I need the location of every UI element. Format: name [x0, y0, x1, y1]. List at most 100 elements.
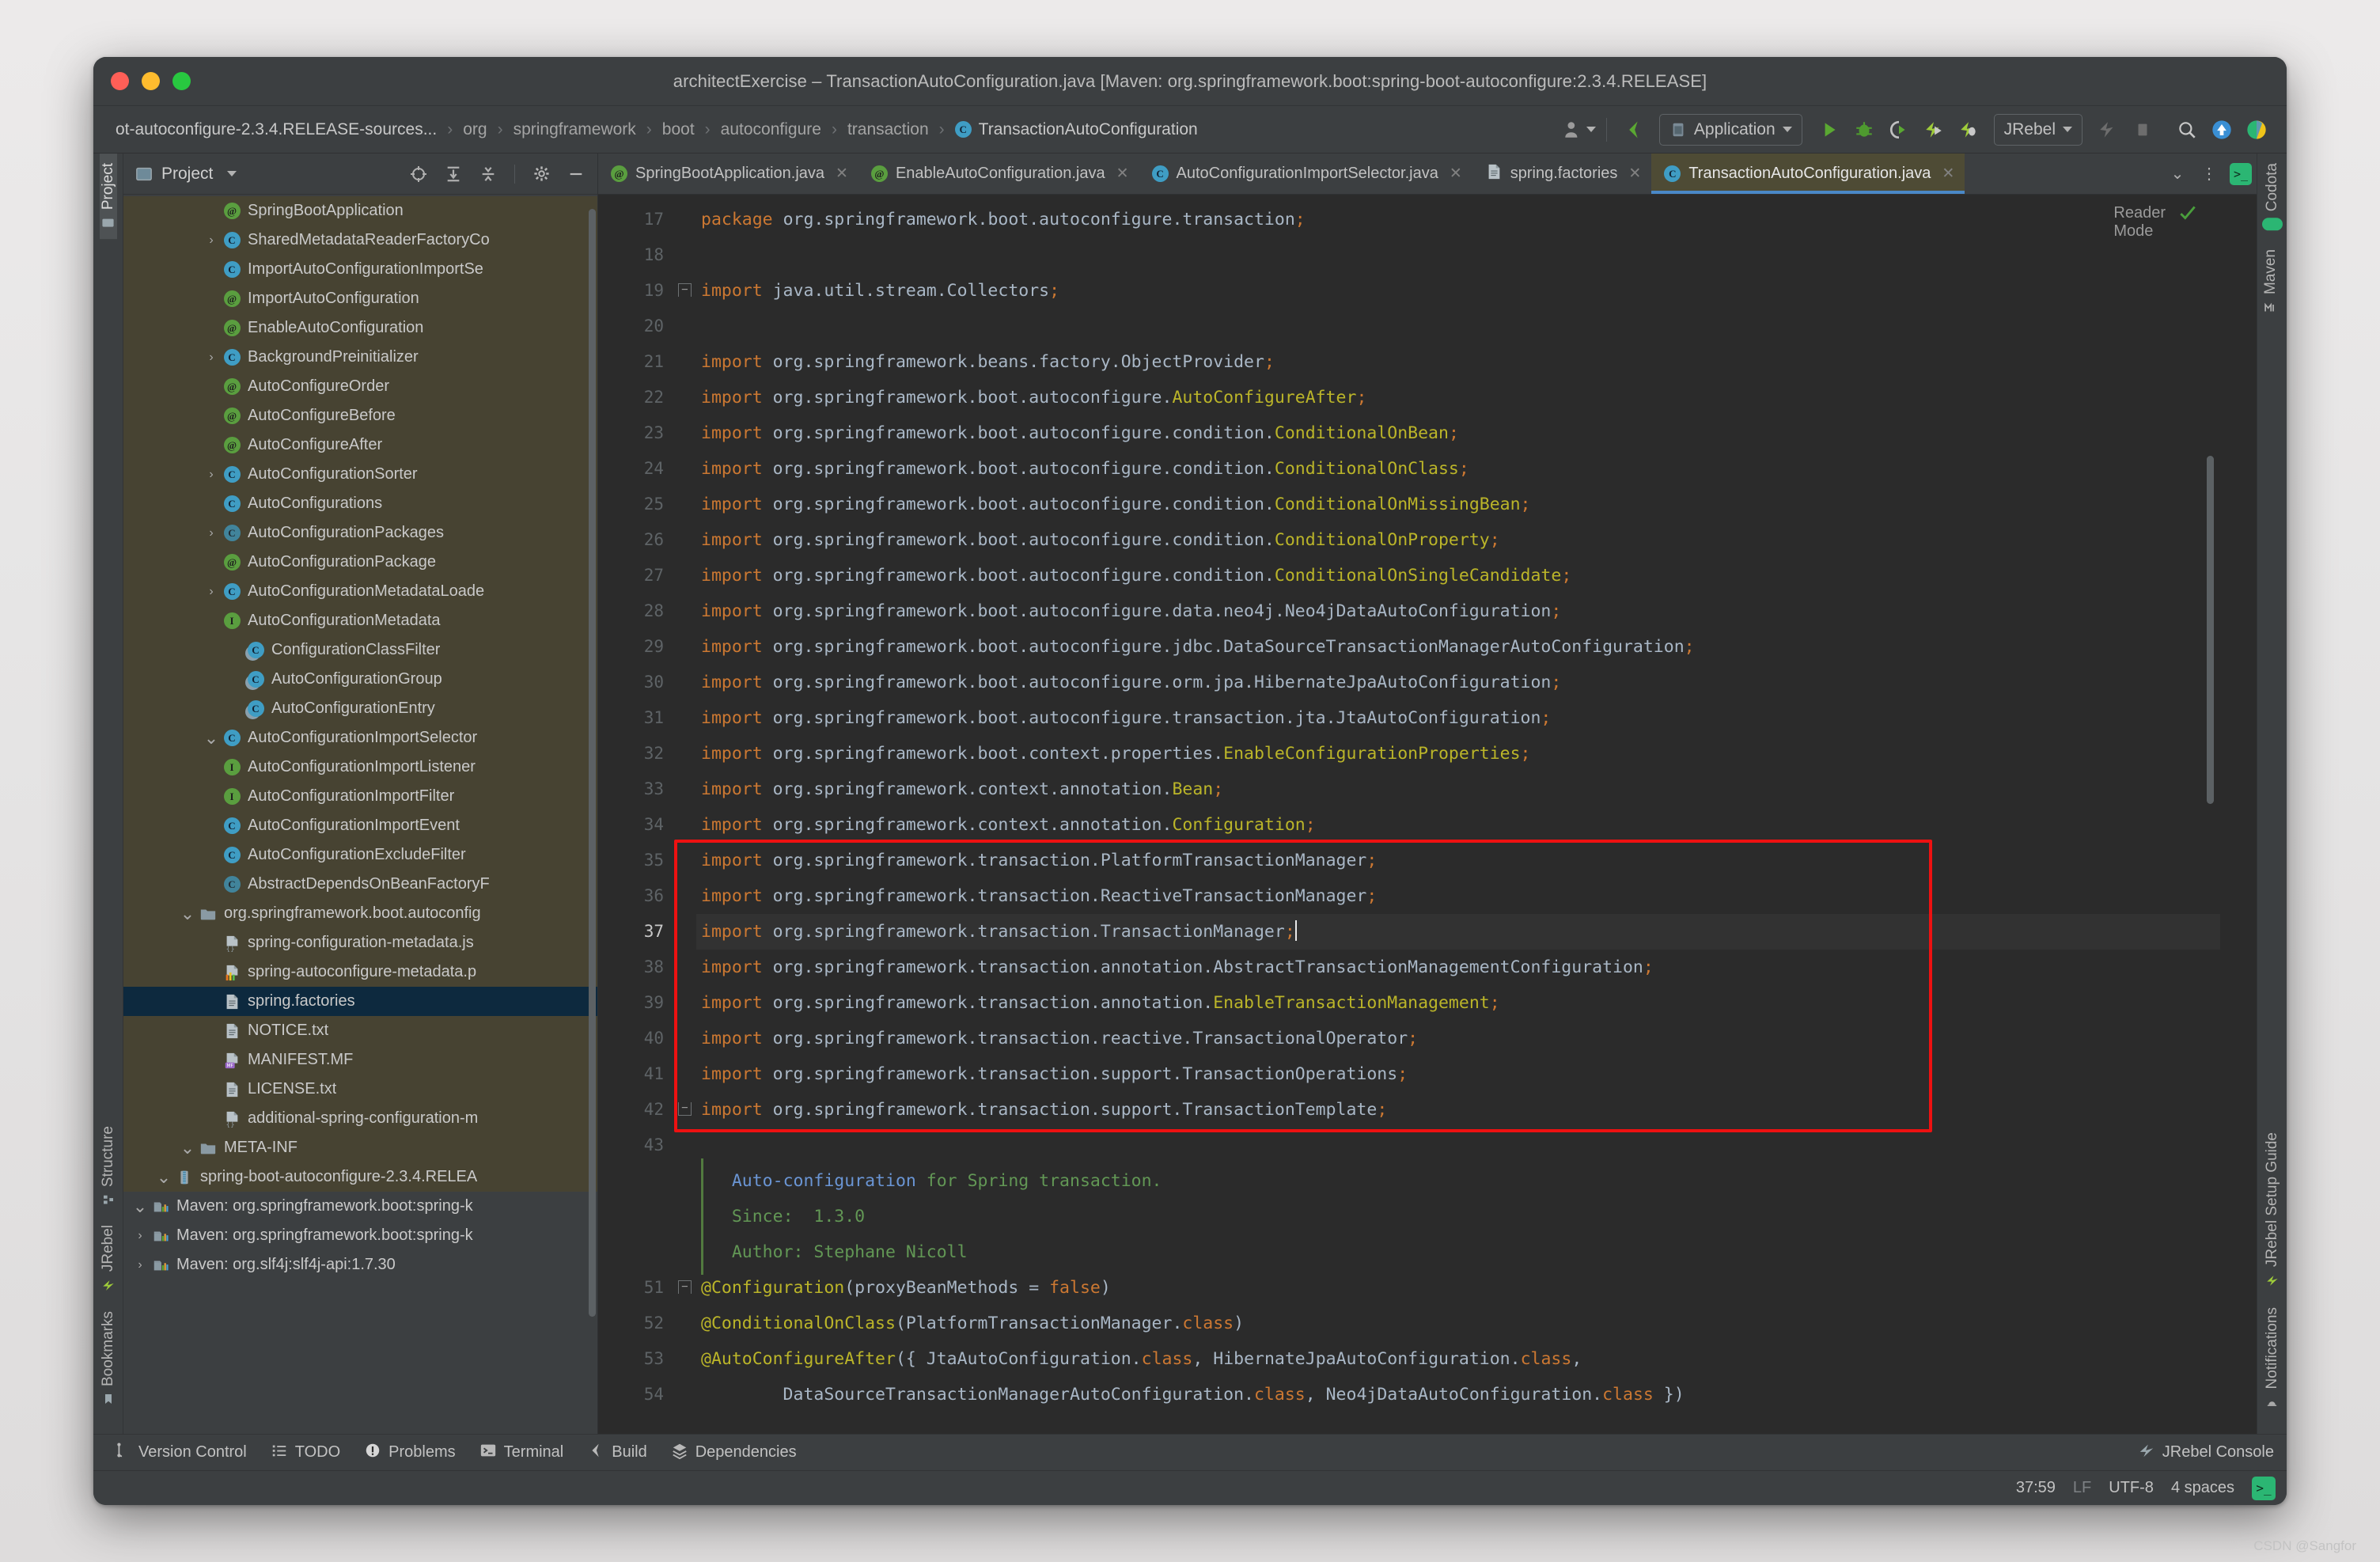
code-line[interactable]: import org.springframework.boot.autoconf…	[696, 558, 2220, 593]
chevron-down-icon[interactable]: ⌄	[177, 1138, 198, 1158]
gear-icon[interactable]	[528, 161, 555, 187]
fold-end-icon[interactable]: −	[678, 1102, 692, 1116]
debug-icon[interactable]	[1847, 113, 1882, 146]
editor-tab[interactable]: spring.factories ✕	[1472, 154, 1652, 194]
jrebel-console-button[interactable]: JRebel Console	[2138, 1442, 2274, 1464]
code-line[interactable]: import org.springframework.boot.autoconf…	[696, 665, 2220, 700]
chevron-down-icon[interactable]: ⌄	[130, 1196, 150, 1217]
tree-row[interactable]: @ SpringBootApplication	[123, 196, 597, 226]
code-line[interactable]: Author: Stephane Nicoll	[696, 1234, 2220, 1270]
code-line[interactable]: import org.springframework.boot.autoconf…	[696, 593, 2220, 629]
tree-row[interactable]: @ EnableAutoConfiguration	[123, 313, 597, 343]
chevron-down-icon[interactable]	[227, 171, 237, 176]
tree-row[interactable]: @ AutoConfigureBefore	[123, 401, 597, 430]
editor-tab[interactable]: C AutoConfigurationImportSelector.java ✕	[1139, 154, 1472, 194]
tree-row[interactable]: I AutoConfigurationImportFilter	[123, 782, 597, 811]
editor-tab[interactable]: @ SpringBootApplication.java ✕	[598, 154, 858, 194]
tree-row[interactable]: C ImportAutoConfigurationImportSe	[123, 255, 597, 284]
chevron-down-icon[interactable]: ⌄	[201, 728, 222, 749]
tree-row[interactable]: LICENSE.txt	[123, 1075, 597, 1104]
tree-row[interactable]: C AbstractDependsOnBeanFactoryF	[123, 870, 597, 899]
tree-row[interactable]: ⌄ Maven: org.springframework.boot:spring-…	[123, 1192, 597, 1221]
tree-row[interactable]: I AutoConfigurationImportListener	[123, 753, 597, 782]
code-line[interactable]: @Configuration(proxyBeanMethods = false)	[696, 1270, 2220, 1306]
stop-icon[interactable]	[2125, 113, 2160, 146]
hide-tool-window-icon[interactable]	[563, 161, 589, 187]
sidebar-item-maven[interactable]: Maven	[2262, 240, 2280, 324]
sidebar-item-bookmarks[interactable]: Bookmarks	[100, 1302, 117, 1415]
jrebel-run-icon[interactable]	[1916, 113, 1951, 146]
caret-position[interactable]: 37:59	[2016, 1479, 2056, 1497]
project-tree-scrollbar[interactable]	[589, 209, 596, 1317]
code-line[interactable]: import org.springframework.boot.autoconf…	[696, 380, 2220, 415]
tree-row[interactable]: I AutoConfigurationMetadata	[123, 606, 597, 635]
code-line[interactable]: Auto-configuration for Spring transactio…	[696, 1163, 2220, 1199]
tree-row[interactable]: spring-autoconfigure-metadata.p	[123, 957, 597, 987]
close-tab-icon[interactable]: ✕	[1628, 165, 1641, 183]
code-line[interactable]: import org.springframework.boot.autoconf…	[696, 700, 2220, 736]
chevron-down-icon[interactable]: ⌄	[2162, 154, 2193, 194]
code-line[interactable]	[696, 237, 2220, 273]
editor-scrollbar[interactable]	[2207, 456, 2214, 804]
breadcrumb-item-org[interactable]: org	[461, 118, 488, 142]
tool-window-button[interactable]: Dependencies	[671, 1442, 797, 1464]
reader-mode-label[interactable]: Reader Mode	[2113, 204, 2166, 241]
tool-window-button[interactable]: Terminal	[479, 1442, 563, 1464]
terminal-chip-icon[interactable]: >_	[2252, 1476, 2276, 1500]
code-line[interactable]: package org.springframework.boot.autocon…	[696, 202, 2220, 237]
chevron-down-icon[interactable]: ⌄	[177, 904, 198, 924]
code-line[interactable]: import org.springframework.transaction.s…	[696, 1092, 2220, 1128]
tree-row[interactable]: NOTICE.txt	[123, 1016, 597, 1045]
code-line[interactable]: import java.util.stream.Collectors;	[696, 273, 2220, 309]
tree-row[interactable]: › C SharedMetadataReaderFactoryCo	[123, 226, 597, 255]
tree-row[interactable]: C AutoConfigurationImportEvent	[123, 811, 597, 840]
breadcrumb-item-springframework[interactable]: springframework	[512, 118, 638, 142]
tool-window-button[interactable]: Problems	[364, 1442, 456, 1464]
editor-tab[interactable]: @ EnableAutoConfiguration.java ✕	[858, 154, 1139, 194]
update-project-icon[interactable]	[2204, 113, 2239, 146]
code-line[interactable]: import org.springframework.context.annot…	[696, 807, 2220, 843]
window-controls[interactable]	[111, 72, 191, 90]
chevron-right-icon[interactable]: ›	[201, 526, 222, 540]
code-line[interactable]: import org.springframework.transaction.T…	[696, 914, 2220, 950]
chevron-right-icon[interactable]: ›	[201, 233, 222, 248]
select-opened-file-icon[interactable]	[405, 161, 432, 187]
code-folding-gutter[interactable]: − − −	[674, 195, 696, 1434]
maximize-window-button[interactable]	[172, 72, 191, 90]
code-line[interactable]: import org.springframework.boot.autoconf…	[696, 629, 2220, 665]
code-line[interactable]: DataSourceTransactionManagerAutoConfigur…	[696, 1377, 2220, 1412]
tree-row[interactable]: › C BackgroundPreinitializer	[123, 343, 597, 372]
expand-all-icon[interactable]	[440, 161, 467, 187]
code-line[interactable]: import org.springframework.boot.context.…	[696, 736, 2220, 772]
close-tab-icon[interactable]: ✕	[836, 165, 848, 183]
tree-row[interactable]: ⌄ spring-boot-autoconfigure-2.3.4.RELEA	[123, 1162, 597, 1192]
code-line[interactable]	[696, 1128, 2220, 1163]
fold-collapse-icon[interactable]: −	[678, 283, 692, 297]
run-with-coverage-icon[interactable]	[1882, 113, 1916, 146]
indent-setting[interactable]: 4 spaces	[2171, 1479, 2234, 1497]
tool-window-button[interactable]: Version Control	[114, 1442, 247, 1464]
tree-row[interactable]: {} additional-spring-configuration-m	[123, 1104, 597, 1133]
breadcrumb-item-class[interactable]: C TransactionAutoConfiguration	[953, 118, 1199, 142]
run-icon[interactable]	[1812, 113, 1847, 146]
codota-icon[interactable]	[2239, 113, 2274, 146]
jrebel-selector[interactable]: JRebel	[1993, 113, 2082, 146]
code-editor[interactable]: 17 18 19 20 21 22 23 24 25 26 27 28 29 30 31 32 33 34 35 36…	[598, 195, 2257, 1434]
tree-row[interactable]: ⌄ META-INF	[123, 1133, 597, 1162]
close-tab-icon[interactable]: ✕	[1450, 165, 1462, 183]
chevron-right-icon[interactable]: ›	[201, 468, 222, 482]
tree-row[interactable]: › C AutoConfigurationMetadataLoade	[123, 577, 597, 606]
breadcrumb-item-boot[interactable]: boot	[661, 118, 696, 142]
sidebar-item-jrebel[interactable]: JRebel	[100, 1215, 117, 1302]
tree-row[interactable]: @ AutoConfigurationPackage	[123, 548, 597, 577]
code-line[interactable]: import org.springframework.transaction.a…	[696, 950, 2220, 985]
close-tab-icon[interactable]: ✕	[1942, 165, 1954, 183]
breadcrumb-item-transaction[interactable]: transaction	[846, 118, 930, 142]
chevron-right-icon[interactable]: ›	[201, 351, 222, 365]
tree-row[interactable]: C AutoConfigurationExcludeFilter	[123, 840, 597, 870]
code-line[interactable]: import org.springframework.boot.autoconf…	[696, 522, 2220, 558]
code-line[interactable]: import org.springframework.transaction.s…	[696, 1056, 2220, 1092]
code-line[interactable]: import org.springframework.boot.autoconf…	[696, 451, 2220, 487]
search-icon[interactable]	[2170, 113, 2204, 146]
jrebel-debug-icon[interactable]	[1951, 113, 1986, 146]
